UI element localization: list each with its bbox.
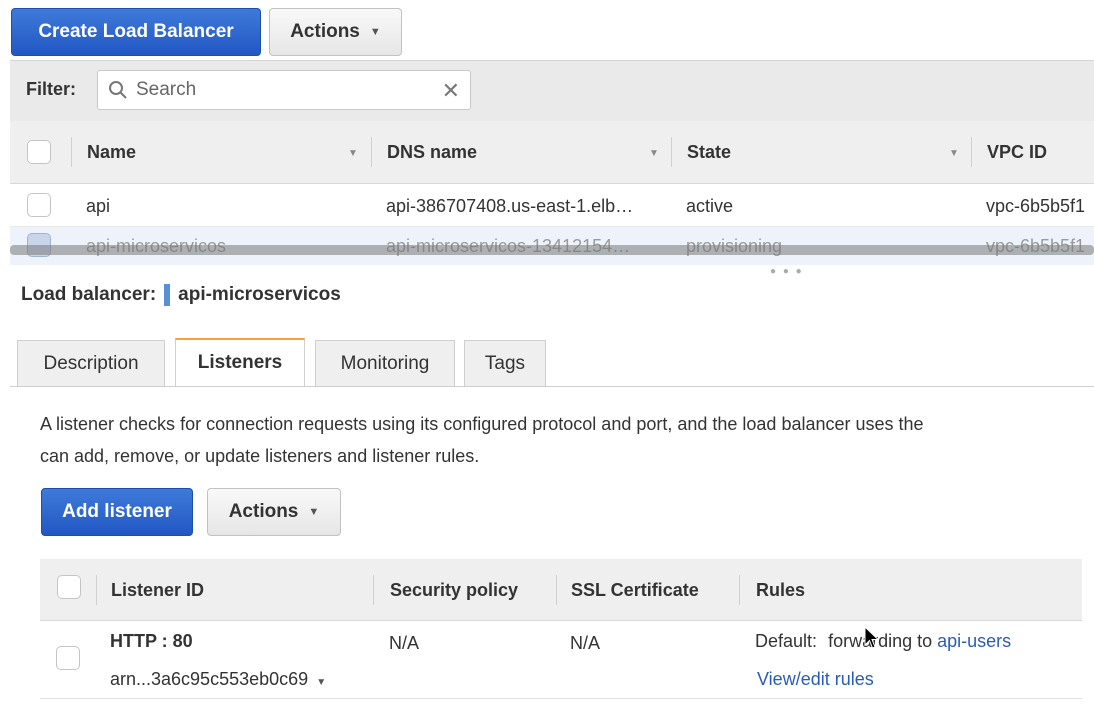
column-header-state[interactable]: State (687, 121, 731, 184)
tab-monitoring[interactable]: Monitoring (315, 340, 455, 387)
mouse-pointer-icon (864, 625, 880, 655)
chevron-down-icon: ▼ (316, 677, 327, 688)
tabs-divider (10, 386, 1094, 387)
add-listener-button[interactable]: Add listener (41, 488, 193, 536)
search-box[interactable]: ✕ (97, 70, 471, 110)
actions-label: Actions (228, 501, 299, 522)
sort-caret-icon[interactable]: ▼ (949, 148, 959, 159)
listeners-description: A listener checks for connection request… (40, 414, 924, 466)
tab-listeners[interactable]: Listeners (175, 338, 305, 386)
sort-caret-icon[interactable]: ▼ (348, 148, 358, 159)
filter-label: Filter: (26, 79, 77, 99)
actions-dropdown-button[interactable]: Actions ▼ (269, 8, 402, 56)
tab-description[interactable]: Description (17, 340, 165, 387)
view-edit-rules-link[interactable]: View/edit rules (757, 669, 874, 690)
listener-arn[interactable]: arn...3a6c95c553eb0c69 ▼ (110, 669, 326, 690)
chevron-down-icon: ▼ (308, 506, 320, 518)
security-policy-value: N/A (389, 633, 420, 653)
actions-label: Actions (290, 21, 360, 42)
filter-bar: Filter: ✕ (10, 60, 1094, 121)
search-icon (108, 80, 128, 105)
lb-state: active (686, 196, 734, 216)
column-header-dns-name[interactable]: DNS name (387, 121, 477, 184)
tab-tags[interactable]: Tags (464, 340, 546, 387)
load-balancer-table-header: Name ▼ DNS name ▼ State ▼ VPC ID (10, 121, 1094, 184)
listener-actions-dropdown-button[interactable]: Actions ▼ (207, 488, 341, 536)
load-balancer-name: api-microservicos (178, 284, 341, 305)
column-header-name[interactable]: Name (87, 121, 136, 184)
lb-vpc-id: vpc-6b5b5f1 (986, 196, 1086, 216)
resize-divider[interactable] (10, 245, 1094, 255)
rules-default: Default: forwarding to api-users (755, 631, 1011, 652)
table-row[interactable]: api api-386707408.us-east-1.elb… active … (10, 185, 1094, 227)
row-checkbox[interactable] (27, 193, 51, 217)
column-header-ssl-certificate: SSL Certificate (571, 580, 699, 600)
lb-dns-name: api-386707408.us-east-1.elb… (386, 196, 634, 216)
column-header-security-policy: Security policy (390, 580, 519, 600)
select-all-checkbox[interactable] (27, 140, 51, 164)
row-checkbox[interactable] (56, 646, 80, 670)
table-row[interactable]: HTTP : 80 arn...3a6c95c553eb0c69 ▼ N/A N… (40, 622, 1082, 699)
load-balancer-detail-title: Load balancer: api-microservicos (21, 284, 341, 306)
rules-default-label: Default: (755, 631, 818, 651)
chevron-down-icon: ▼ (369, 26, 381, 38)
add-listener-label: Add listener (62, 501, 172, 522)
target-group-link[interactable]: api-users (937, 631, 1011, 651)
table-row[interactable]: api-microservicos api-microservicos-1341… (10, 227, 1094, 265)
selection-color-bar (164, 284, 171, 306)
drag-handle-icon[interactable]: ● ● ● (770, 266, 804, 277)
search-input[interactable] (134, 77, 424, 103)
listener-protocol-port: HTTP : 80 (110, 631, 193, 651)
clear-search-icon[interactable]: ✕ (442, 78, 460, 104)
listener-table-header: Listener ID Security policy SSL Certific… (40, 559, 1082, 621)
lb-name: api (86, 196, 111, 216)
column-header-vpc-id[interactable]: VPC ID (987, 121, 1047, 184)
load-balancer-label: Load balancer: (21, 284, 157, 305)
create-load-balancer-button[interactable]: Create Load Balancer (11, 8, 261, 56)
column-header-listener-id: Listener ID (111, 580, 205, 600)
create-load-balancer-label: Create Load Balancer (38, 21, 234, 42)
select-all-checkbox[interactable] (57, 575, 81, 599)
column-header-rules: Rules (756, 580, 806, 600)
rules-default-text: forwarding to (828, 631, 933, 651)
sort-caret-icon[interactable]: ▼ (649, 148, 659, 159)
ssl-certificate-value: N/A (570, 633, 601, 653)
